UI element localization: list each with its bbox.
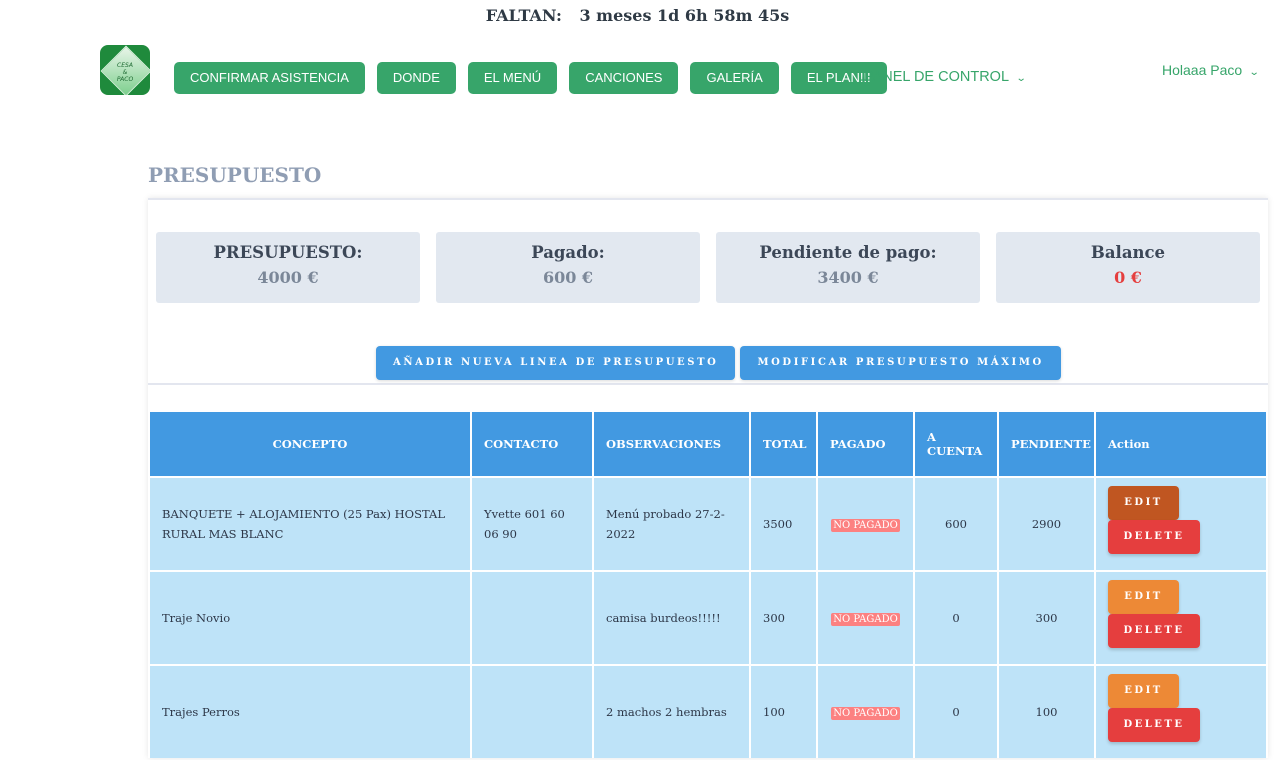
chevron-down-icon: ⌄ [1015, 73, 1027, 84]
delete-button[interactable]: DELETE [1108, 708, 1200, 742]
summary-value: 600 € [542, 268, 594, 287]
budget-summary: PRESUPUESTO: 4000 € Pagado: 600 € Pendie… [156, 232, 1260, 303]
cell-pagado: NO PAGADO [818, 478, 913, 570]
summary-presupuesto: PRESUPUESTO: 4000 € [156, 232, 420, 303]
budget-table: CONCEPTO CONTACTO OBSERVACIONES TOTAL PA… [148, 410, 1268, 760]
column-header: Action [1096, 412, 1266, 476]
delete-button[interactable]: DELETE [1108, 614, 1200, 648]
cell-pagado: NO PAGADO [818, 572, 913, 664]
nav-canciones-button[interactable]: CANCIONES [569, 62, 679, 94]
nav-donde-button[interactable]: DONDE [376, 62, 456, 94]
cell-total: 300 [751, 572, 816, 664]
edit-button[interactable]: EDIT [1108, 674, 1179, 708]
column-header: CONTACTO [472, 412, 592, 476]
summary-pagado: Pagado: 600 € [436, 232, 700, 303]
cell-contacto [472, 666, 592, 758]
table-row: BANQUETE + ALOJAMIENTO (25 Pax) HOSTAL R… [150, 478, 1266, 570]
cell-pagado: NO PAGADO [818, 666, 913, 758]
cell-concepto: BANQUETE + ALOJAMIENTO (25 Pax) HOSTAL R… [150, 478, 470, 570]
cell-a-cuenta: 600 [915, 478, 997, 570]
panel-de-control-label: PANEL DE CONTROL [864, 69, 1010, 85]
cell-action: EDIT DELETE [1096, 666, 1266, 758]
modify-max-budget-button[interactable]: MODIFICAR PRESUPUESTO MÁXIMO [740, 346, 1061, 380]
cell-observaciones: 2 machos 2 hembras [594, 666, 749, 758]
nav-galeria-button[interactable]: GALERÍA [690, 62, 779, 94]
summary-balance: Balance 0 € [996, 232, 1260, 303]
cell-contacto: Yvette 601 60 06 90 [472, 478, 592, 570]
edit-button[interactable]: EDIT [1108, 486, 1179, 520]
cell-a-cuenta: 0 [915, 666, 997, 758]
main-nav: CONFIRMAR ASISTENCIA DONDE EL MENÚ CANCI… [174, 62, 887, 94]
user-dropdown[interactable]: Holaaa Paco ⌄ [1162, 62, 1260, 78]
cell-pendiente: 300 [999, 572, 1094, 664]
cell-pendiente: 2900 [999, 478, 1094, 570]
column-header: OBSERVACIONES [594, 412, 749, 476]
status-badge: NO PAGADO [831, 519, 900, 532]
cell-concepto: Trajes Perros [150, 666, 470, 758]
cell-observaciones: camisa burdeos!!!!! [594, 572, 749, 664]
edit-button[interactable]: EDIT [1108, 580, 1179, 614]
nav-confirmar-asistencia-button[interactable]: CONFIRMAR ASISTENCIA [174, 62, 365, 94]
column-header: CONCEPTO [150, 412, 470, 476]
cell-a-cuenta: 0 [915, 572, 997, 664]
add-budget-line-button[interactable]: AÑADIR NUEVA LINEA DE PRESUPUESTO [376, 346, 736, 380]
column-header: A CUENTA [915, 412, 997, 476]
delete-button[interactable]: DELETE [1108, 520, 1200, 554]
summary-label: Balance [1090, 243, 1166, 262]
summary-value: 0 € [1114, 268, 1142, 287]
cell-action: EDIT DELETE [1096, 572, 1266, 664]
cell-pendiente: 100 [999, 666, 1094, 758]
chevron-down-icon: ⌄ [1248, 67, 1260, 78]
countdown-value: 3 meses 1d 6h 58m 45s [579, 6, 790, 25]
nav-menu-button[interactable]: EL MENÚ [467, 62, 558, 94]
column-header: PENDIENTE [999, 412, 1094, 476]
summary-label: Pendiente de pago: [759, 243, 937, 262]
status-badge: NO PAGADO [831, 613, 900, 626]
countdown: FALTAN: 3 meses 1d 6h 58m 45s [0, 6, 1275, 25]
table-header-row: CONCEPTO CONTACTO OBSERVACIONES TOTAL PA… [150, 412, 1266, 476]
table-row: Trajes Perros 2 machos 2 hembras 100 NO … [150, 666, 1266, 758]
cell-contacto [472, 572, 592, 664]
cell-total: 100 [751, 666, 816, 758]
summary-label: Pagado: [531, 243, 605, 262]
summary-label: PRESUPUESTO: [213, 243, 363, 262]
cell-action: EDIT DELETE [1096, 478, 1266, 570]
page-title: PRESUPUESTO [148, 163, 322, 187]
summary-value: 3400 € [817, 268, 879, 287]
logo-text: CESA & PACO [116, 62, 134, 83]
site-logo[interactable]: CESA & PACO [100, 45, 150, 95]
countdown-label: FALTAN: [485, 6, 562, 25]
cell-concepto: Traje Novio [150, 572, 470, 664]
user-label: Holaaa Paco [1162, 62, 1243, 78]
cell-observaciones: Menú probado 27-2-2022 [594, 478, 749, 570]
summary-pendiente: Pendiente de pago: 3400 € [716, 232, 980, 303]
divider [148, 383, 1268, 385]
summary-value: 4000 € [257, 268, 319, 287]
panel-de-control-dropdown[interactable]: PANEL DE CONTROL ⌄ [864, 69, 1027, 85]
divider [148, 198, 1268, 200]
budget-actions: AÑADIR NUEVA LINEA DE PRESUPUESTO MODIFI… [376, 346, 1061, 380]
table-row: Traje Novio camisa burdeos!!!!! 300 NO P… [150, 572, 1266, 664]
column-header: PAGADO [818, 412, 913, 476]
column-header: TOTAL [751, 412, 816, 476]
status-badge: NO PAGADO [831, 707, 900, 720]
cell-total: 3500 [751, 478, 816, 570]
